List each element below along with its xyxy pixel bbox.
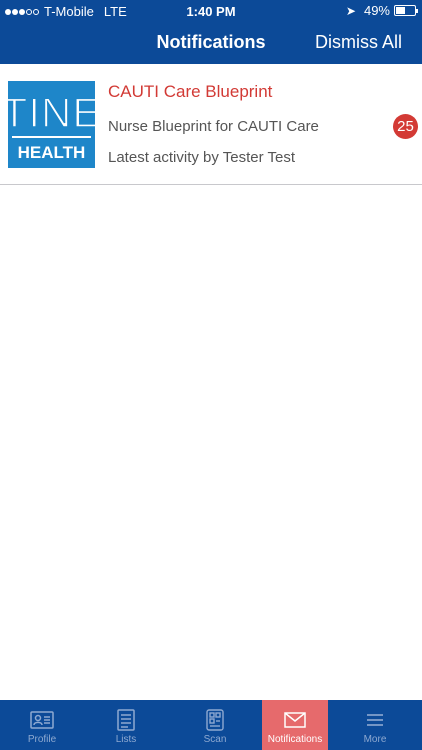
menu-icon	[366, 709, 384, 731]
tab-label-notifications: Notifications	[267, 734, 323, 745]
notification-title: CAUTI Care Blueprint	[108, 82, 273, 101]
tab-profile[interactable]: Profile	[0, 700, 84, 750]
logo-text-line2: HEALTH	[18, 143, 86, 162]
logo-text-line1: TINE	[8, 89, 95, 136]
notification-subtitle: Nurse Blueprint for CAUTI Care	[108, 118, 319, 135]
notification-item[interactable]: TINE HEALTH CAUTI Care Blueprint Nurse B…	[0, 64, 422, 185]
location-arrow-icon: ➤	[345, 3, 356, 18]
tab-lists[interactable]: Lists	[84, 700, 168, 750]
status-right: ➤ 49%	[345, 3, 418, 18]
battery-icon	[394, 5, 418, 16]
tab-bar: Profile Lists Scan Notifications More	[0, 700, 422, 750]
tab-notifications[interactable]: Notifications	[262, 700, 328, 750]
tab-label-profile: Profile	[27, 734, 57, 745]
scan-icon	[206, 709, 224, 731]
envelope-icon	[284, 709, 306, 731]
tab-label-scan: Scan	[203, 734, 227, 745]
battery-fill	[396, 7, 405, 14]
tine-health-logo: TINE HEALTH	[8, 81, 95, 168]
tab-scan[interactable]: Scan	[168, 700, 262, 750]
dismiss-all-button[interactable]: Dismiss All	[315, 32, 402, 53]
notification-count-badge: 25	[393, 114, 418, 139]
battery-percent: 49%	[363, 3, 390, 18]
list-icon	[117, 709, 135, 731]
tab-label-more: More	[363, 734, 387, 745]
notification-activity: Latest activity by Tester Test	[108, 149, 296, 166]
tab-more[interactable]: More	[328, 700, 422, 750]
nav-bar: Notifications Dismiss All	[0, 22, 422, 64]
tab-label-lists: Lists	[115, 734, 137, 745]
profile-card-icon	[30, 709, 54, 731]
status-bar: T-Mobile LTE 1:40 PM ➤ 49%	[0, 0, 422, 22]
